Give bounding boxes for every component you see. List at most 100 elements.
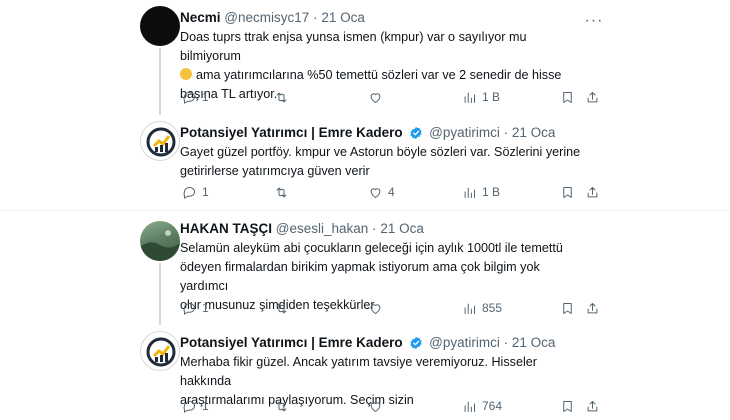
like-button[interactable] xyxy=(368,299,388,317)
tweet-text-line: Merhaba fikir güzel. Ancak yatırım tavsi… xyxy=(180,355,537,388)
brand-logo-icon xyxy=(146,127,176,157)
action-bar: 1 1 B xyxy=(180,88,600,106)
like-button[interactable] xyxy=(368,88,388,106)
tweet[interactable]: Potansiyel Yatırımcı | Emre Kadero @pyat… xyxy=(0,115,730,210)
view-count: 1 B xyxy=(482,185,501,199)
tweet-header: HAKAN TAŞÇI @esesli_hakan · 21 Oca xyxy=(180,221,424,237)
heart-icon xyxy=(370,303,381,314)
like-button[interactable] xyxy=(368,397,388,415)
verified-badge-icon xyxy=(410,336,423,350)
grinning-sweat-emoji-icon xyxy=(180,68,192,80)
share-icon xyxy=(587,186,598,197)
tweet-date[interactable]: 21 Oca xyxy=(321,10,365,25)
tweet-text-line: ama yatırımcılarına %50 temettü sözleri … xyxy=(196,68,562,82)
share-button[interactable] xyxy=(585,88,600,106)
tweet-text-line: Gayet güzel portföy. kmpur ve Astorun bö… xyxy=(180,145,581,159)
tweet-date[interactable]: 21 Oca xyxy=(512,125,556,140)
bookmark-icon xyxy=(563,302,572,314)
bookmark-icon xyxy=(563,186,572,198)
action-bar: 1 4 1 B xyxy=(180,183,600,201)
bookmark-button[interactable] xyxy=(560,183,575,201)
tweet[interactable]: Necmi @necmisyc17 · 21 Oca ··· Doas tupr… xyxy=(0,0,730,115)
share-button[interactable] xyxy=(585,183,600,201)
share-icon xyxy=(587,91,598,102)
author-name[interactable]: Necmi xyxy=(180,10,221,25)
bookmark-button[interactable] xyxy=(560,299,575,317)
author-handle[interactable]: @pyatirimci xyxy=(429,335,500,350)
bookmark-button[interactable] xyxy=(560,88,575,106)
views-bar-chart-icon xyxy=(464,187,475,198)
like-count: 4 xyxy=(388,185,395,199)
tweet-text-line: Doas tuprs ttrak enjsa yunsa ismen (kmpu… xyxy=(180,30,527,63)
tweet-text-line: ödeyen firmalardan birikim yapmak istiyo… xyxy=(180,260,540,293)
retweet-button[interactable] xyxy=(274,299,294,317)
bookmark-icon xyxy=(563,400,572,412)
like-button[interactable]: 4 xyxy=(368,183,395,201)
view-count: 855 xyxy=(482,301,503,315)
views-button[interactable]: 1 B xyxy=(462,88,500,106)
author-handle[interactable]: @necmisyc17 xyxy=(224,10,309,25)
separator: · xyxy=(503,125,509,140)
heart-icon xyxy=(370,92,381,103)
reply-count: 1 xyxy=(202,301,209,315)
tweet-header: Potansiyel Yatırımcı | Emre Kadero @pyat… xyxy=(180,125,555,141)
thread-line xyxy=(159,263,161,325)
share-icon xyxy=(587,302,598,313)
separator: · xyxy=(313,10,318,25)
reply-count: 1 xyxy=(202,90,209,104)
bookmark-icon xyxy=(563,91,572,103)
tweet-text-line: Selamün aleyküm abi çocukların geleceği … xyxy=(180,241,563,255)
reply-button[interactable]: 1 xyxy=(182,88,209,106)
author-handle[interactable]: @pyatirimci xyxy=(429,125,500,140)
action-bar: 1 855 xyxy=(180,299,600,317)
verified-badge-icon xyxy=(410,126,423,140)
reply-button[interactable]: 1 xyxy=(182,183,209,201)
views-button[interactable]: 1 B xyxy=(462,183,500,201)
reply-icon xyxy=(183,400,195,413)
views-bar-chart-icon xyxy=(464,303,475,314)
tweet[interactable]: HAKAN TAŞÇI @esesli_hakan · 21 Oca Selam… xyxy=(0,211,730,325)
views-button[interactable]: 855 xyxy=(462,299,502,317)
reply-icon xyxy=(183,91,195,104)
author-name[interactable]: HAKAN TAŞÇI xyxy=(180,221,272,236)
action-bar: 1 764 xyxy=(180,397,600,415)
share-button[interactable] xyxy=(585,397,600,415)
view-count: 1 B xyxy=(482,90,501,104)
brand-logo-icon xyxy=(146,337,176,367)
avatar[interactable] xyxy=(140,121,180,161)
heart-icon xyxy=(370,187,381,198)
bookmark-button[interactable] xyxy=(560,397,575,415)
tweet[interactable]: Potansiyel Yatırımcı | Emre Kadero @pyat… xyxy=(0,325,730,420)
retweet-icon xyxy=(276,303,287,313)
avatar[interactable] xyxy=(140,6,180,46)
tweet-date[interactable]: 21 Oca xyxy=(380,221,424,236)
author-name[interactable]: Potansiyel Yatırımcı | Emre Kadero xyxy=(180,125,403,140)
reply-button[interactable]: 1 xyxy=(182,397,209,415)
tweet-header: Potansiyel Yatırımcı | Emre Kadero @pyat… xyxy=(180,335,555,351)
views-bar-chart-icon xyxy=(464,92,475,103)
separator: · xyxy=(372,221,377,236)
author-name[interactable]: Potansiyel Yatırımcı | Emre Kadero xyxy=(180,335,403,350)
retweet-button[interactable] xyxy=(274,183,294,201)
avatar[interactable] xyxy=(140,221,180,261)
heart-icon xyxy=(370,401,381,412)
views-bar-chart-icon xyxy=(464,401,475,412)
thread-line xyxy=(159,48,161,115)
retweet-button[interactable] xyxy=(274,397,294,415)
views-button[interactable]: 764 xyxy=(462,397,502,415)
reply-icon xyxy=(183,302,195,315)
retweet-icon xyxy=(276,92,287,102)
share-button[interactable] xyxy=(585,299,600,317)
reply-button[interactable]: 1 xyxy=(182,299,209,317)
tweet-date[interactable]: 21 Oca xyxy=(512,335,556,350)
view-count: 764 xyxy=(482,399,503,413)
retweet-button[interactable] xyxy=(274,88,294,106)
landscape-photo-icon xyxy=(140,230,180,261)
reply-count: 1 xyxy=(202,399,209,413)
retweet-icon xyxy=(276,187,287,197)
separator: · xyxy=(503,335,509,350)
tweet-text-line: getirirlerse yatırımcıya güven verir xyxy=(180,164,370,178)
avatar[interactable] xyxy=(140,331,180,371)
share-icon xyxy=(587,400,598,411)
author-handle[interactable]: @esesli_hakan xyxy=(276,221,369,236)
